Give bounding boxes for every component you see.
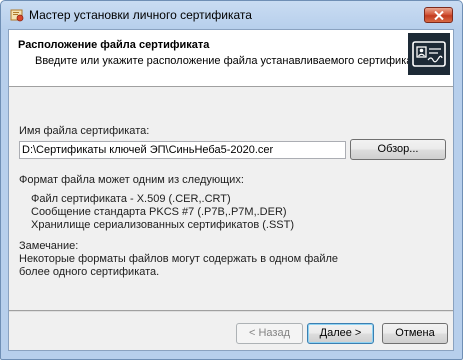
wizard-client-area: Расположение файла сертификата Введите и… [8,29,454,351]
format-item-sst: Хранилище сериализованных сертификатов (… [31,219,295,231]
back-button[interactable]: < Назад [236,323,303,344]
format-item-x509: Файл сертификата - X.509 (.CER,.CRT) [31,193,231,205]
wizard-window: Мастер установки личного сертификата Рас… [0,0,463,360]
close-button[interactable] [424,7,453,23]
close-icon [434,11,444,20]
formats-heading: Формат файла может одним из следующих: [19,174,244,186]
next-button[interactable]: Далее > [307,323,374,344]
window-title: Мастер установки личного сертификата [29,8,252,22]
page-subtitle: Введите или укажите расположение файла у… [35,55,424,67]
note-heading: Замечание: [19,240,79,252]
file-name-label: Имя файла сертификата: [19,125,150,137]
page-title: Расположение файла сертификата [18,39,210,51]
certificate-icon [408,33,450,75]
browse-button[interactable]: Обзор... [350,139,446,160]
format-item-pkcs7: Сообщение стандарта PKCS #7 (.P7B,.P7M,.… [31,206,287,218]
title-bar[interactable]: Мастер установки личного сертификата [1,1,462,29]
wizard-header: Расположение файла сертификата Введите и… [9,30,453,87]
footer-divider [9,310,453,312]
file-path-input[interactable] [19,141,346,159]
note-line-1: Некоторые форматы файлов могут содержать… [19,253,339,265]
certificate-wizard-icon [10,8,24,22]
note-line-2: более одного сертификата. [19,266,160,278]
cancel-button[interactable]: Отмена [382,323,448,344]
